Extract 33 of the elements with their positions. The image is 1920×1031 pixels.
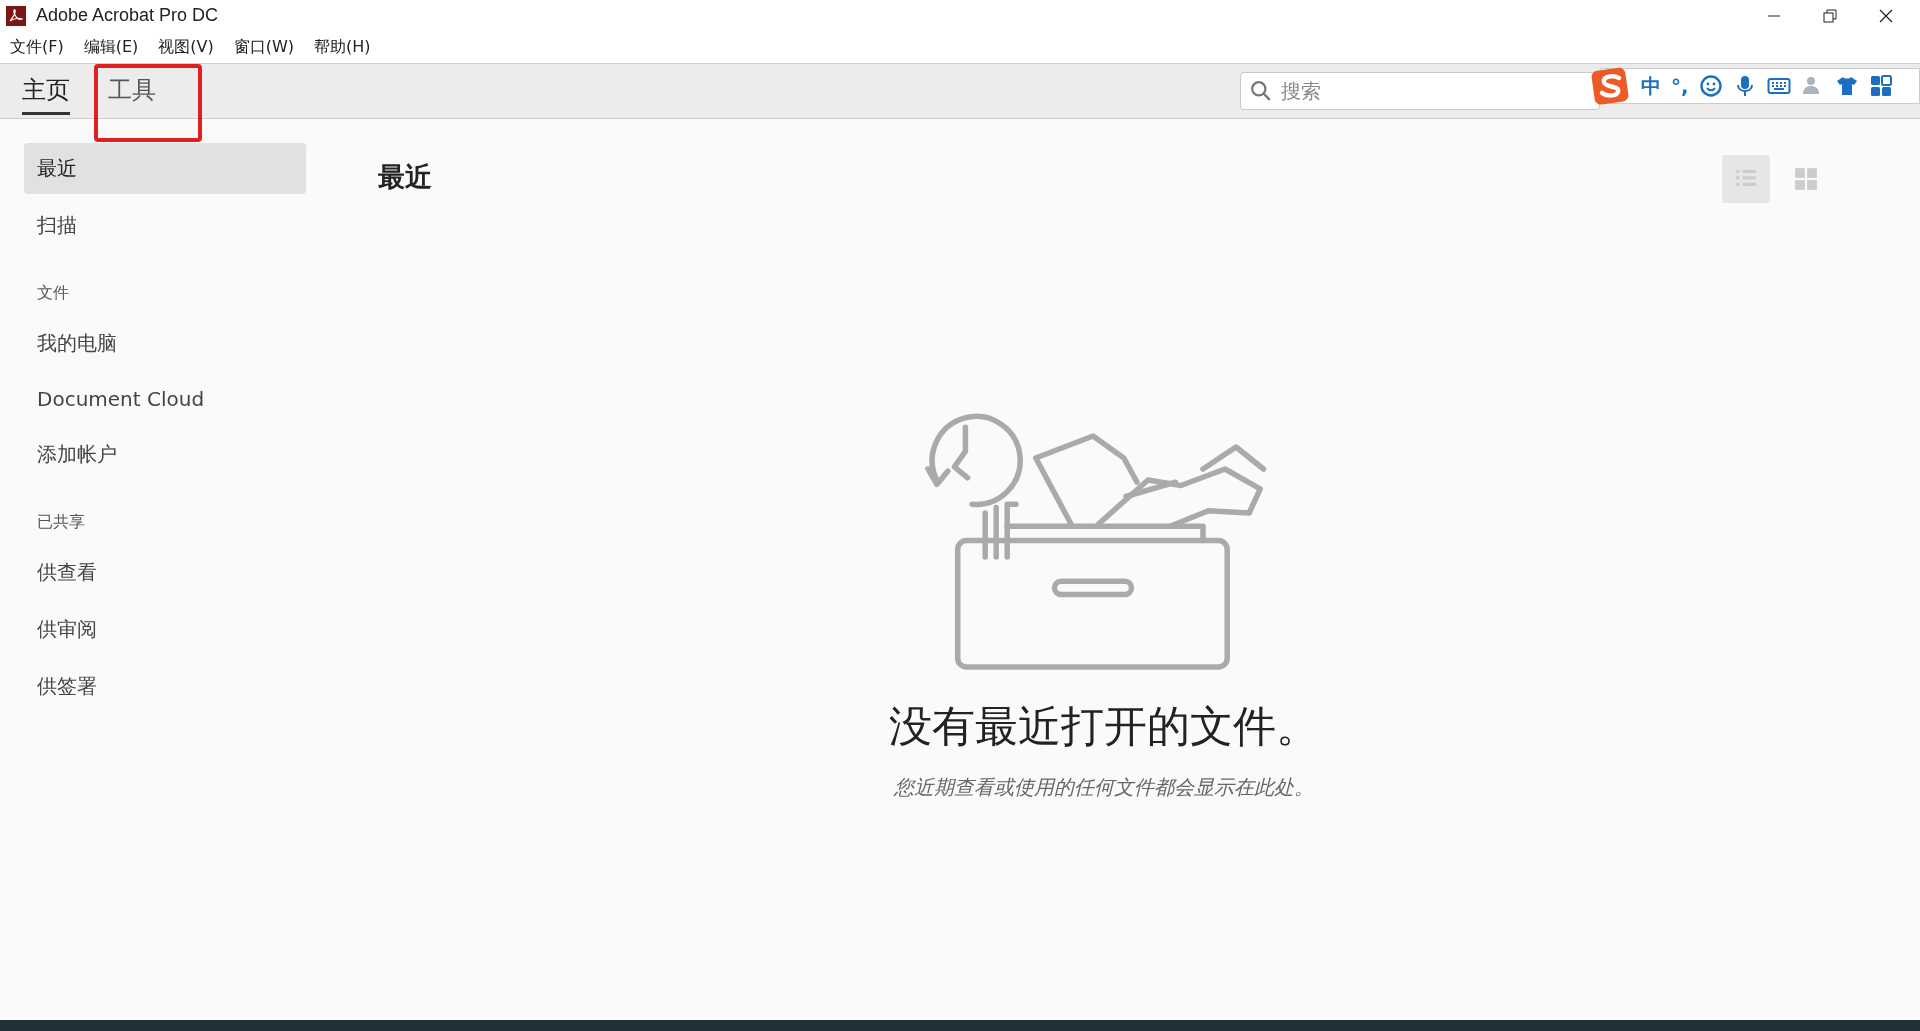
menu-item[interactable]: 视图(V) (158, 36, 214, 58)
restore-icon[interactable] (1822, 7, 1838, 24)
punctuation-toggle[interactable]: °, (1671, 74, 1689, 98)
tab[interactable]: 主页 (22, 67, 70, 115)
search-field[interactable]: 搜索 (1240, 72, 1600, 110)
empty-state-subtitle: 您近期查看或使用的任何文件都会显示在此处。 (894, 774, 1314, 801)
sogou-logo-icon[interactable] (1591, 66, 1631, 106)
menu-item[interactable]: 文件(F) (10, 36, 64, 58)
input-mode-toggle[interactable]: 中 (1641, 72, 1661, 100)
smiley-icon[interactable] (1698, 74, 1723, 98)
sidebar-section-header: 文件 (36, 282, 70, 304)
sidebar-item[interactable]: 我的电脑 (24, 318, 306, 369)
sidebar-item[interactable]: 扫描 (24, 200, 306, 251)
acrobat-logo-icon (6, 5, 26, 26)
tab[interactable]: 工具 (108, 67, 156, 115)
sidebar-item[interactable]: Document Cloud (24, 375, 306, 423)
grid-icon[interactable] (1868, 74, 1893, 98)
menu-item[interactable]: 帮助(H) (314, 36, 371, 58)
search-icon (1250, 80, 1272, 102)
sidebar-item[interactable]: 供审阅 (24, 604, 306, 655)
page-heading: 最近 (378, 160, 432, 194)
menu-item[interactable]: 窗口(W) (233, 36, 295, 58)
menu-item[interactable]: 编辑(E) (83, 36, 139, 58)
tiles-icon (1793, 166, 1819, 192)
sidebar-item[interactable]: 供查看 (24, 547, 306, 598)
sidebar-section-header: 已共享 (36, 511, 86, 533)
window-title: Adobe Acrobat Pro DC (36, 5, 219, 26)
close-icon[interactable] (1878, 7, 1894, 24)
sidebar-item[interactable]: 添加帐户 (24, 429, 306, 480)
empty-state-title: 没有最近打开的文件。 (889, 700, 1319, 753)
sidebar-item[interactable]: 最近 (24, 143, 306, 194)
sidebar-item[interactable]: 供签署 (24, 661, 306, 712)
shirt-icon[interactable] (1834, 74, 1859, 98)
